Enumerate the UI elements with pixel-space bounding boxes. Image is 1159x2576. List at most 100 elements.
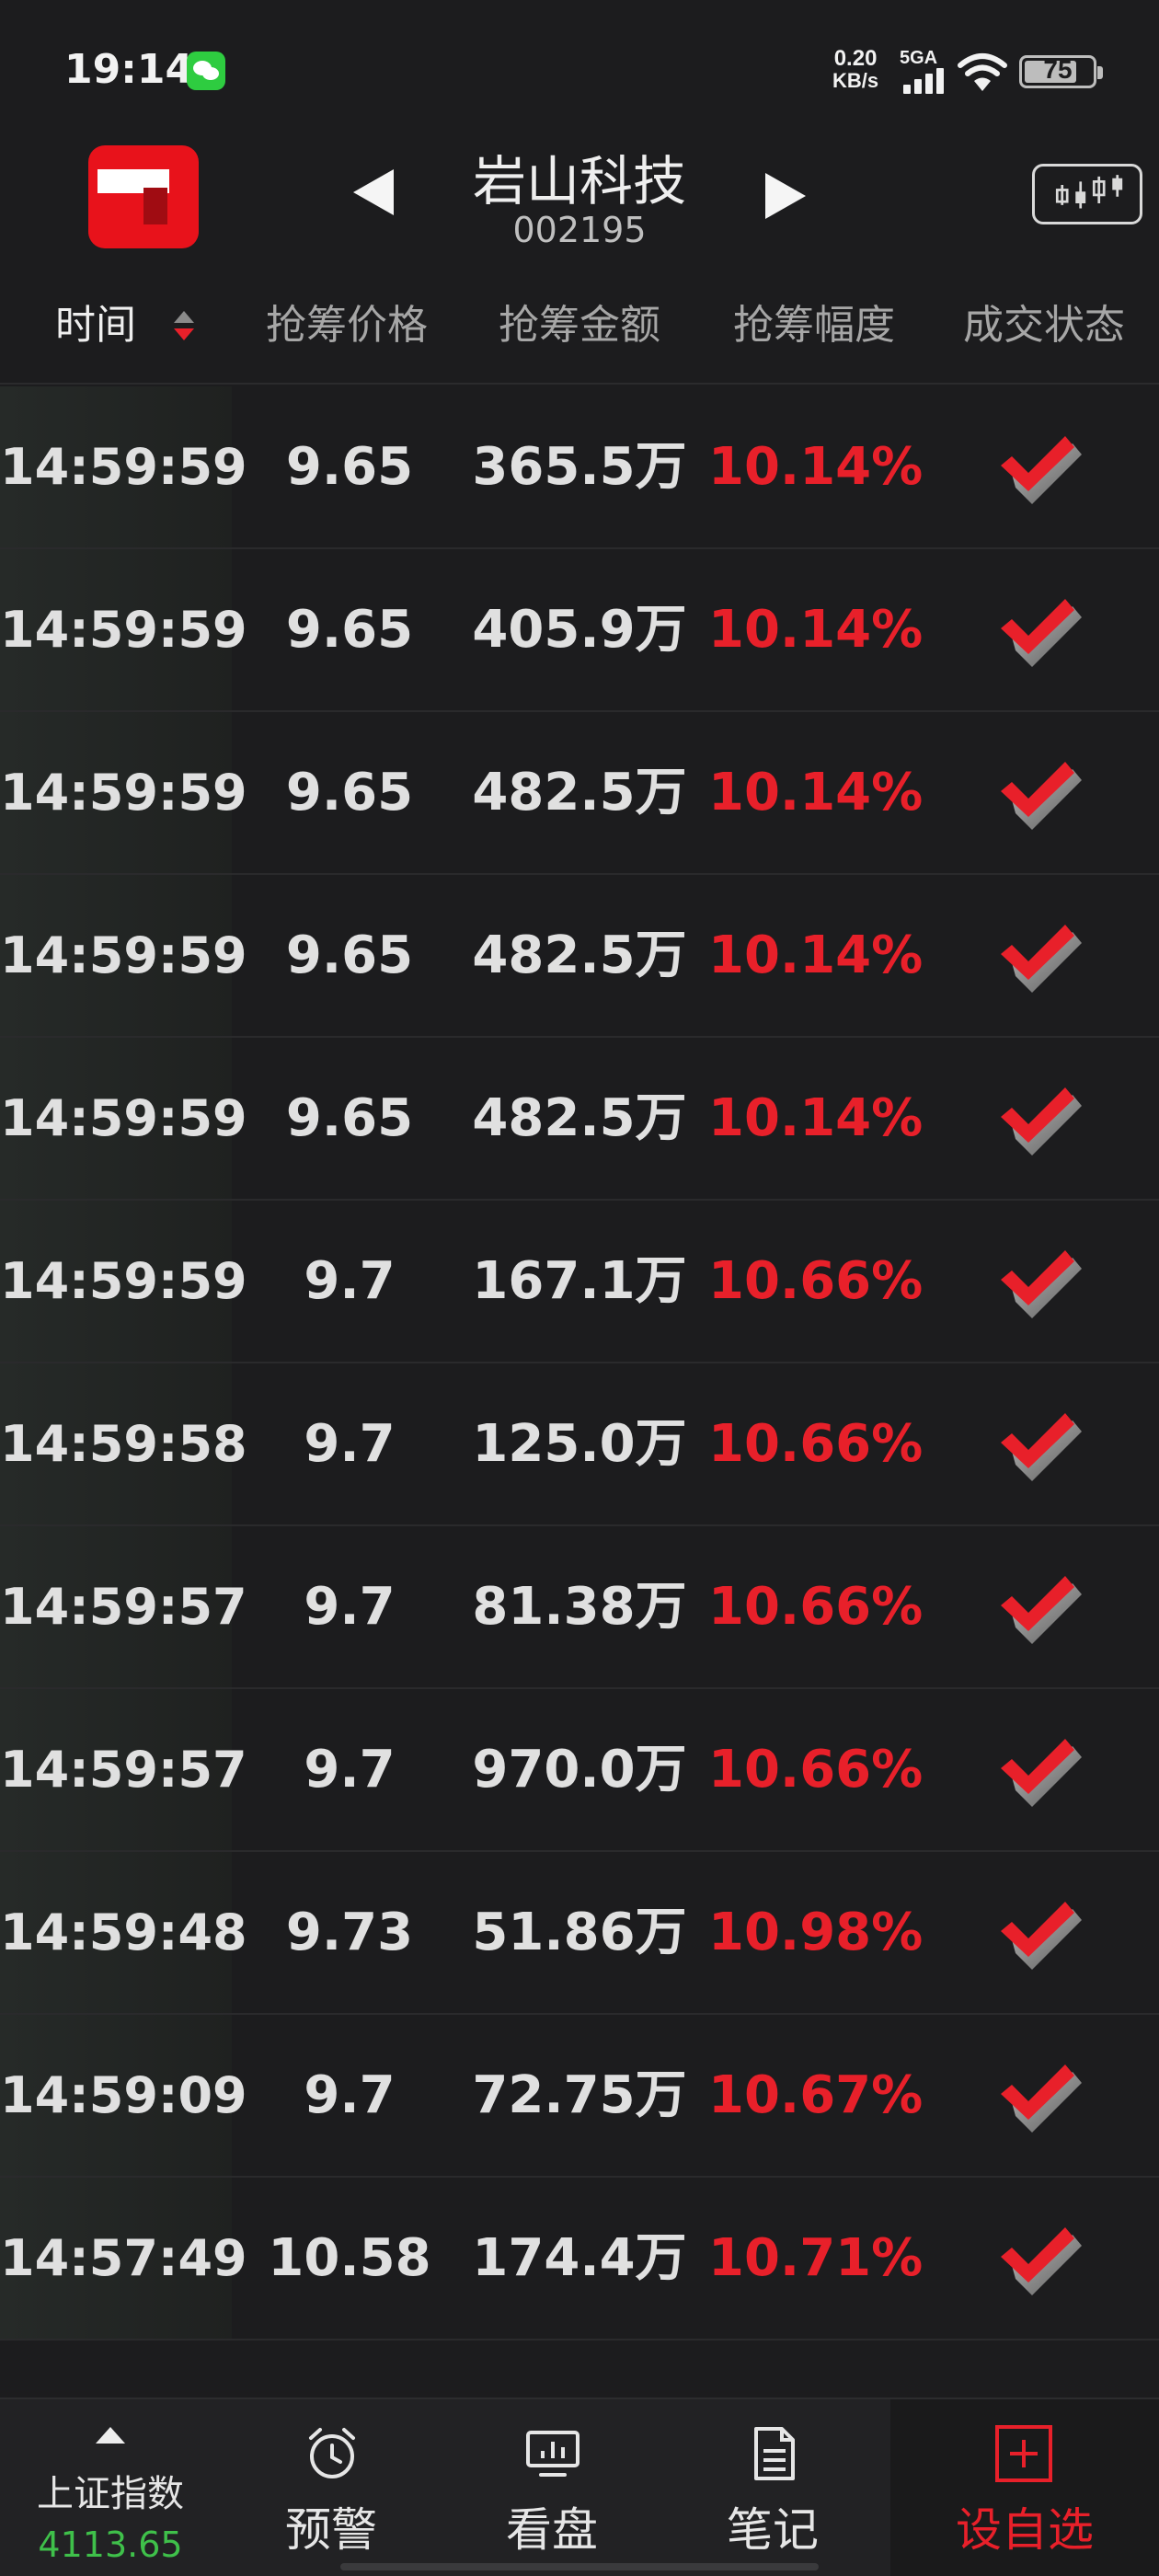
trade-rate: 10.66% [708,1740,924,1800]
trade-amount: 167.1万 [472,1251,687,1311]
trade-rate: 10.14% [708,600,924,660]
table-row[interactable]: 14:57:49 10.58 174.4万 10.71% [0,2178,1159,2340]
home-indicator[interactable] [340,2563,819,2570]
column-header-price: 抢筹价格 [266,302,428,349]
plus-square-icon [995,2425,1052,2482]
checkmark-icon [1001,2064,1082,2133]
checkmark-icon [1001,436,1082,504]
checkmark-icon [1001,762,1082,830]
trade-price: 10.58 [268,2228,431,2288]
status-time: 19:14 [64,46,194,93]
nav-watch-label: 看盘 [506,2503,598,2557]
add-favorite-label: 设自选 [956,2503,1094,2557]
column-header-time[interactable]: 时间 [55,267,239,385]
trade-price: 9.65 [285,926,414,985]
nav-watch-button[interactable]: 看盘 [451,2399,653,2576]
nav-notes-button[interactable]: 笔记 [671,2399,874,2576]
index-value: 4113.65 [38,2524,183,2565]
trade-time: 14:59:57 [0,1741,247,1799]
signal-icon [903,68,947,94]
stock-code: 002195 [512,210,647,250]
trade-price: 9.73 [285,1903,414,1962]
checkmark-icon [1001,1413,1082,1481]
kline-chart-button[interactable] [1032,164,1142,224]
column-header-amount: 抢筹金额 [499,302,660,349]
trade-time: 14:59:59 [0,764,247,822]
checkmark-icon [1001,1576,1082,1644]
trade-price: 9.7 [304,1251,396,1311]
trade-time: 14:59:58 [0,1415,247,1473]
status-bar: 19:14 0.20 KB/s 5GA 75 [0,0,1159,138]
trade-rate: 10.66% [708,1251,924,1311]
trade-amount: 405.9万 [472,600,687,660]
table-row[interactable]: 14:59:59 9.65 482.5万 10.14% [0,712,1159,875]
checkmark-icon [1001,925,1082,993]
nav-alert-label: 预警 [285,2503,377,2557]
trade-time: 14:59:59 [0,1252,247,1310]
add-favorite-button[interactable]: 设自选 [890,2399,1159,2576]
trade-rate: 10.14% [708,763,924,822]
trade-time: 14:59:59 [0,601,247,659]
trade-price: 9.7 [304,1414,396,1474]
index-ticker[interactable]: 上证指数 4113.65 [0,2399,221,2576]
previous-stock-arrow-icon[interactable] [344,162,405,223]
table-row[interactable]: 14:59:57 9.7 81.38万 10.66% [0,1526,1159,1689]
checkmark-icon [1001,1739,1082,1807]
trade-amount: 174.4万 [472,2228,687,2288]
trade-price: 9.65 [285,763,414,822]
index-name: 上证指数 [37,2473,184,2515]
table-row[interactable]: 14:59:59 9.65 405.9万 10.14% [0,549,1159,712]
trade-rate: 10.98% [708,1903,924,1962]
nav-alert-button[interactable]: 预警 [230,2399,432,2576]
trade-rate: 10.67% [708,2065,924,2125]
alarm-clock-icon [309,2428,355,2478]
trade-rate: 10.14% [708,1088,924,1148]
trade-rate: 10.66% [708,1577,924,1637]
trade-list: 14:59:59 9.65 365.5万 10.14% 14:59:59 9.65 405.… [0,386,1159,2340]
trade-amount: 81.38万 [472,1577,687,1637]
trade-time: 14:59:59 [0,438,247,496]
checkmark-icon [1001,1250,1082,1318]
network-type: 5GA [900,48,938,68]
trade-time: 14:59:59 [0,1089,247,1147]
trade-rate: 10.71% [708,2228,924,2288]
triangle-up-icon [96,2427,125,2444]
column-header-time-label: 时间 [55,302,136,349]
trade-price: 9.65 [285,437,414,497]
trade-time: 14:59:09 [0,2066,247,2124]
checkmark-icon [1001,1902,1082,1970]
monitor-chart-icon [526,2431,580,2477]
table-row[interactable]: 14:59:59 9.7 167.1万 10.66% [0,1201,1159,1363]
table-row[interactable]: 14:59:59 9.65 365.5万 10.14% [0,386,1159,549]
wechat-icon [187,52,225,90]
stock-header: 岩山科技 002195 [0,138,1159,267]
battery-level: 75 [1043,55,1073,84]
trade-time: 14:59:48 [0,1903,247,1961]
stock-name: 岩山科技 [472,150,686,213]
trade-amount: 482.5万 [472,1088,687,1148]
table-row[interactable]: 14:59:59 9.65 482.5万 10.14% [0,875,1159,1038]
network-speed-unit: KB/s [832,69,879,92]
trade-price: 9.7 [304,1577,396,1637]
trade-price: 9.65 [285,600,414,660]
table-row[interactable]: 14:59:59 9.65 482.5万 10.14% [0,1038,1159,1201]
battery-icon: 75 [1019,55,1103,88]
trade-time: 14:59:59 [0,926,247,984]
table-row[interactable]: 14:59:57 9.7 970.0万 10.66% [0,1689,1159,1852]
wifi-icon [958,53,1007,91]
trade-amount: 72.75万 [472,2065,687,2125]
network-speed: 0.20 KB/s [832,48,878,92]
trade-time: 14:59:57 [0,1578,247,1636]
table-row[interactable]: 14:59:09 9.7 72.75万 10.67% [0,2015,1159,2178]
column-header-rate: 抢筹幅度 [733,302,895,349]
document-icon [754,2427,795,2480]
next-stock-arrow-icon[interactable] [754,166,815,226]
sort-icon[interactable] [171,305,197,346]
trade-amount: 970.0万 [472,1740,687,1800]
table-row[interactable]: 14:59:58 9.7 125.0万 10.66% [0,1363,1159,1526]
trade-rate: 10.14% [708,437,924,497]
trade-price: 9.65 [285,1088,414,1148]
table-row[interactable]: 14:59:48 9.73 51.86万 10.98% [0,1852,1159,2015]
trade-amount: 51.86万 [472,1903,687,1962]
trade-amount: 482.5万 [472,926,687,985]
